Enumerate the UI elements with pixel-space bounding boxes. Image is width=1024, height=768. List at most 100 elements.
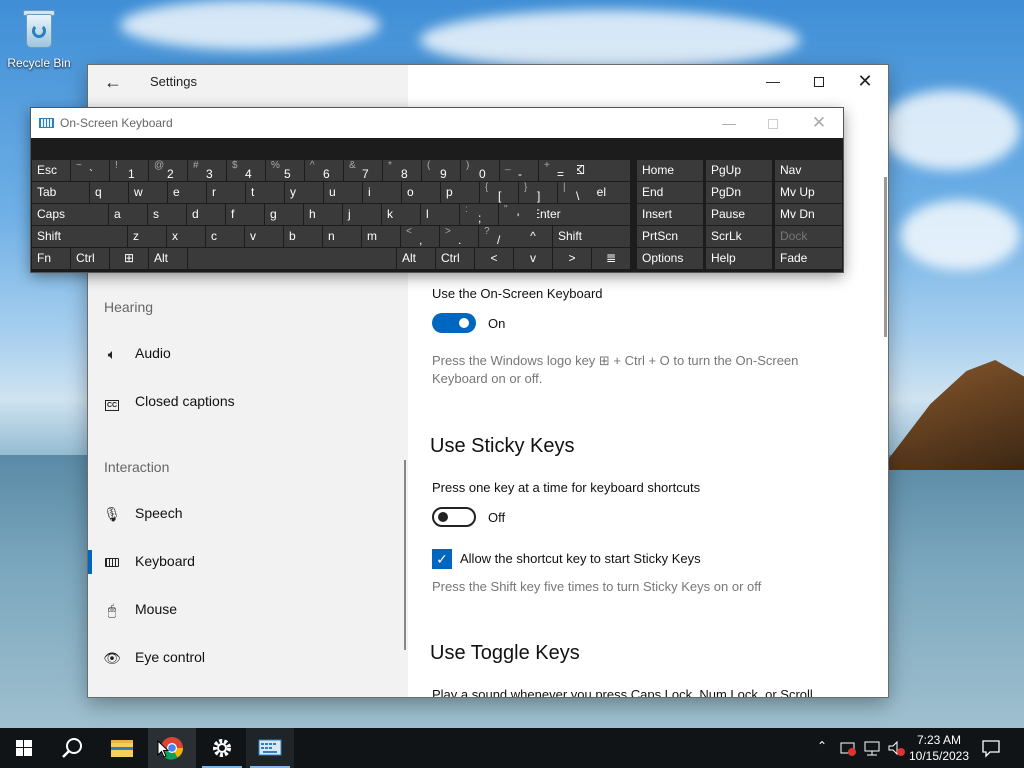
key-nav[interactable]: Dock (775, 226, 842, 247)
key-punct[interactable]: >. (440, 226, 478, 247)
key-letter[interactable]: v (245, 226, 283, 247)
key-letter[interactable]: d (187, 204, 225, 225)
key-nav[interactable]: ScrLk (706, 226, 772, 247)
key-nav[interactable]: Insert (637, 204, 703, 225)
start-button[interactable] (0, 728, 48, 768)
key-letter[interactable]: c (206, 226, 244, 247)
action-center-button[interactable] (980, 738, 1004, 758)
key-nav[interactable]: Nav (775, 160, 842, 181)
key-letter[interactable]: q (90, 182, 128, 203)
key-nav[interactable]: End (637, 182, 703, 203)
key-letter[interactable]: y (285, 182, 323, 203)
clock[interactable]: 7:23 AM 10/15/2023 (906, 732, 972, 764)
sticky-keys-toggle[interactable] (432, 507, 476, 527)
key-nav[interactable]: Pause (706, 204, 772, 225)
key-letter[interactable]: i (363, 182, 401, 203)
key-letter[interactable]: l (421, 204, 459, 225)
key-digit[interactable]: & 7 (344, 160, 382, 181)
sidebar-item-audio[interactable]: 🔈︎ Audio (88, 332, 404, 376)
key-arrow-right[interactable]: > (553, 248, 591, 269)
key-right-shift[interactable]: Shift (553, 226, 630, 247)
key-letter[interactable]: t (246, 182, 284, 203)
key-letter[interactable]: x (167, 226, 205, 247)
key-letter[interactable]: b (284, 226, 322, 247)
key-punct[interactable]: ? / (479, 226, 517, 247)
key-letter[interactable]: u (324, 182, 362, 203)
key-menu[interactable]: ≣ (592, 248, 630, 269)
key-punct[interactable]: | \ (558, 182, 596, 203)
key-letter[interactable]: s (148, 204, 186, 225)
settings-taskbar-button[interactable] (198, 728, 246, 768)
key-alt[interactable]: Alt (149, 248, 187, 269)
key-digit[interactable]: ~ ` (71, 160, 109, 181)
key-windows[interactable]: ⊞ (110, 248, 148, 269)
search-button[interactable] (48, 728, 96, 768)
recycle-bin[interactable]: Recycle Bin (6, 8, 72, 70)
file-explorer-button[interactable] (98, 728, 146, 768)
sidebar-item-mouse[interactable]: 🖱︎ Mouse (88, 588, 404, 632)
key-digit[interactable]: @2 (149, 160, 187, 181)
key-letter[interactable]: w (129, 182, 167, 203)
key-digit[interactable]: * 8 (383, 160, 421, 181)
key-letter[interactable]: o (402, 182, 440, 203)
back-button[interactable]: ← (102, 71, 124, 93)
key-letter[interactable]: f (226, 204, 264, 225)
key-right-ctrl[interactable]: Ctrl (436, 248, 474, 269)
key-fn[interactable]: Fn (32, 248, 70, 269)
key-digit[interactable]: ^ 6 (305, 160, 343, 181)
key-digit[interactable]: ) 0 (461, 160, 499, 181)
osk-close-button[interactable]: ✕ (797, 108, 841, 138)
key-digit[interactable]: % 5 (266, 160, 304, 181)
key-letter[interactable]: e (168, 182, 206, 203)
osk-taskbar-button[interactable] (246, 728, 294, 768)
key-letter[interactable]: p (441, 182, 479, 203)
sidebar-item-keyboard[interactable]: Keyboard (88, 540, 404, 584)
osk-minimize-button[interactable]: — (707, 108, 751, 138)
key-nav[interactable]: PrtScn (637, 226, 703, 247)
osk-maximize-button[interactable] (751, 108, 795, 138)
key-digit[interactable]: (9 (422, 160, 460, 181)
key-arrow-up[interactable]: ^ (514, 226, 552, 247)
sidebar-item-closed-captions[interactable]: CC Closed captions (88, 380, 404, 424)
key-letter[interactable]: a (109, 204, 147, 225)
key-punct[interactable]: <, (401, 226, 439, 247)
tray-network-icon[interactable] (862, 739, 882, 757)
key-arrow-left[interactable]: < (475, 248, 513, 269)
key-nav[interactable]: Options (637, 248, 703, 269)
key-digit[interactable]: ! 1 (110, 160, 148, 181)
osk-toggle[interactable] (432, 313, 476, 333)
key-letter[interactable]: m (362, 226, 400, 247)
key-letter[interactable]: j (343, 204, 381, 225)
key-caps[interactable]: Caps (32, 204, 108, 225)
key-digit[interactable]: #3 (188, 160, 226, 181)
key-letter[interactable]: n (323, 226, 361, 247)
key-letter[interactable]: h (304, 204, 342, 225)
key-nav[interactable]: Mv Up (775, 182, 842, 203)
sidebar-item-eye-control[interactable]: 👁︎ Eye control (88, 636, 404, 680)
key-space[interactable] (188, 248, 396, 269)
key-punct[interactable]: {[ (480, 182, 518, 203)
key-nav[interactable]: Fade (775, 248, 842, 269)
key-nav[interactable]: Mv Dn (775, 204, 842, 225)
key-right-alt[interactable]: Alt (397, 248, 435, 269)
key-letter[interactable]: g (265, 204, 303, 225)
key-digit[interactable]: + = (539, 160, 577, 181)
key-punct[interactable]: :; (460, 204, 498, 225)
key-punct[interactable]: }] (519, 182, 557, 203)
key-letter[interactable]: r (207, 182, 245, 203)
sidebar-item-speech[interactable]: 🎙︎ Speech (88, 492, 404, 536)
key-punct[interactable]: " ' (499, 204, 537, 225)
key-nav[interactable]: Home (637, 160, 703, 181)
content-scrollbar[interactable] (884, 177, 887, 337)
sticky-shortcut-checkbox[interactable]: ✓ (432, 549, 452, 569)
sidebar-scrollbar[interactable] (404, 460, 406, 650)
key-tab[interactable]: Tab (32, 182, 89, 203)
key-nav[interactable]: Help (706, 248, 772, 269)
key-digit[interactable]: $4 (227, 160, 265, 181)
key-shift[interactable]: Shift (32, 226, 127, 247)
chrome-button[interactable] (148, 728, 196, 768)
show-hidden-icons-button[interactable]: ⌃ (812, 739, 832, 757)
tray-volume-icon[interactable] (886, 739, 906, 757)
key-letter[interactable]: k (382, 204, 420, 225)
key-nav[interactable]: PgDn (706, 182, 772, 203)
